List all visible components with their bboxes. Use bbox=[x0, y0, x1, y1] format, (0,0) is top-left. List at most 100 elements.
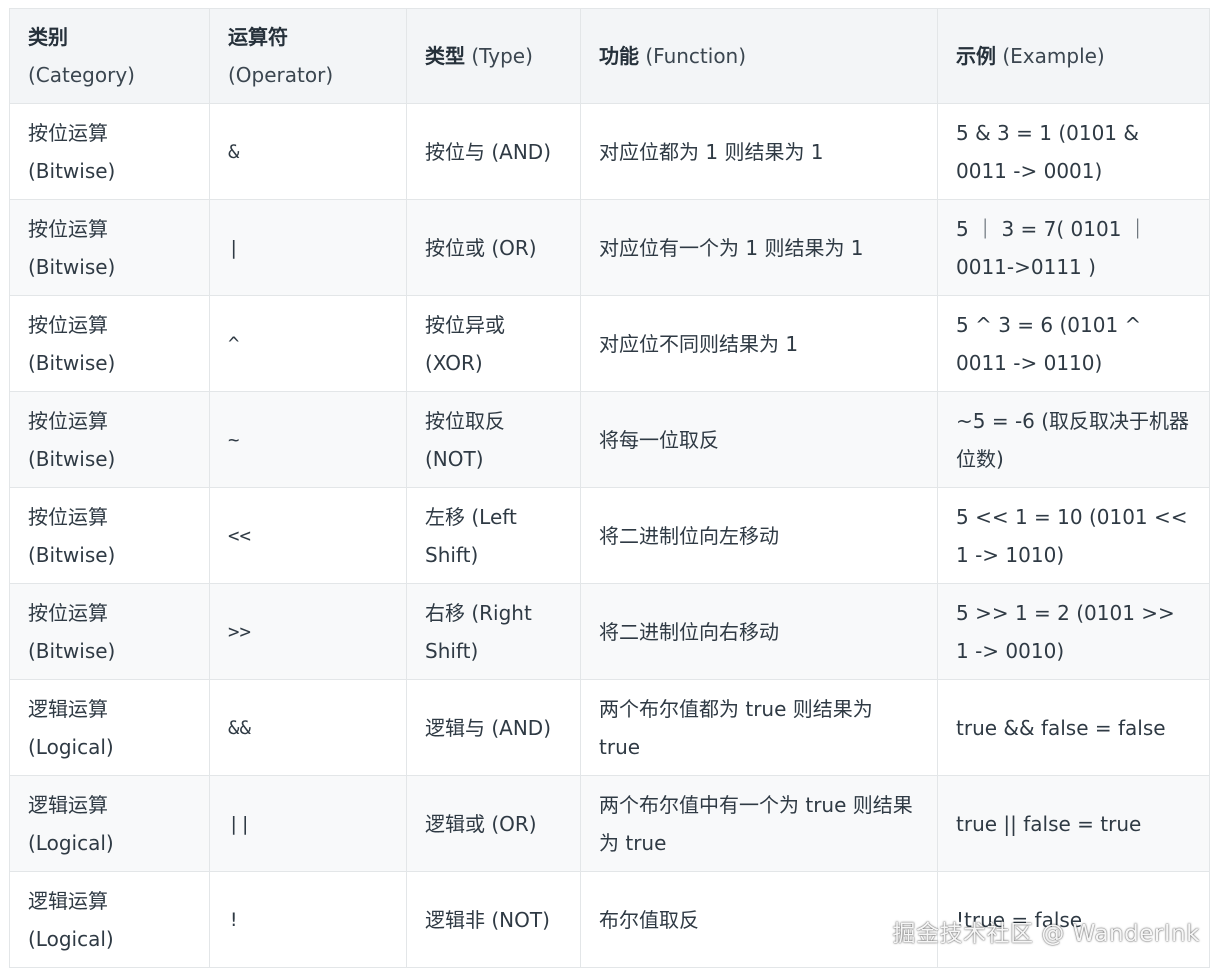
cell-category: 按位运算 (Bitwise) bbox=[9, 295, 210, 392]
category-en: (Logical) bbox=[28, 926, 114, 951]
table-row: 按位运算 (Bitwise) | 按位或 (OR) 对应位有一个为 1 则结果为… bbox=[9, 199, 1210, 296]
category-en: (Bitwise) bbox=[28, 254, 116, 279]
category-zh: 按位运算 bbox=[28, 120, 108, 145]
header-example-en: (Example) bbox=[1002, 44, 1105, 68]
cell-category: 按位运算 (Bitwise) bbox=[9, 391, 210, 488]
category-en: (Logical) bbox=[28, 734, 114, 759]
header-example: 示例 (Example) bbox=[937, 8, 1210, 104]
category-en: (Bitwise) bbox=[28, 350, 116, 375]
table-header: 类别 (Category) 运算符 (Operator) 类型 (Type) 功… bbox=[9, 8, 1210, 104]
header-operator-en: (Operator) bbox=[228, 63, 334, 87]
operator-symbol: ^ bbox=[228, 333, 240, 355]
category-zh: 按位运算 bbox=[28, 504, 108, 529]
table-row: 按位运算 (Bitwise) ~ 按位取反 (NOT) 将每一位取反 ~5 = … bbox=[9, 391, 1210, 488]
cell-category: 按位运算 (Bitwise) bbox=[9, 487, 210, 584]
category-zh: 按位运算 bbox=[28, 408, 108, 433]
table-row: 逻辑运算 (Logical) || 逻辑或 (OR) 两个布尔值中有一个为 tr… bbox=[9, 775, 1210, 872]
cell-function: 对应位都为 1 则结果为 1 bbox=[580, 103, 938, 200]
watermark-text: 掘金技术社区 @ WanderInk bbox=[892, 921, 1200, 947]
cell-operator: || bbox=[209, 775, 407, 872]
operator-symbol: ~ bbox=[228, 429, 240, 451]
operator-symbol: >> bbox=[228, 621, 251, 643]
cell-type: 按位异或 (XOR) bbox=[406, 295, 581, 392]
category-en: (Bitwise) bbox=[28, 638, 116, 663]
category-en: (Bitwise) bbox=[28, 446, 116, 471]
cell-operator: << bbox=[209, 487, 407, 584]
cell-type: 左移 (Left Shift) bbox=[406, 487, 581, 584]
cell-operator: && bbox=[209, 679, 407, 776]
category-en: (Bitwise) bbox=[28, 158, 116, 183]
category-zh: 逻辑运算 bbox=[28, 888, 108, 913]
operators-table-container: 类别 (Category) 运算符 (Operator) 类型 (Type) 功… bbox=[9, 8, 1210, 968]
table-row: 按位运算 (Bitwise) ^ 按位异或 (XOR) 对应位不同则结果为 1 … bbox=[9, 295, 1210, 392]
cell-example: 5 ^ 3 = 6 (0101 ^ 0011 -> 0110) bbox=[937, 295, 1210, 392]
cell-example: ~5 = -6 (取反取决于机器位数) bbox=[937, 391, 1210, 488]
operator-symbol: && bbox=[228, 717, 251, 739]
header-function-en: (Function) bbox=[645, 44, 747, 68]
header-type: 类型 (Type) bbox=[406, 8, 581, 104]
cell-operator: >> bbox=[209, 583, 407, 680]
header-function-zh: 功能 bbox=[599, 44, 639, 68]
cell-example: 5 << 1 = 10 (0101 << 1 -> 1010) bbox=[937, 487, 1210, 584]
operator-symbol: | bbox=[228, 237, 240, 259]
category-en: (Bitwise) bbox=[28, 542, 116, 567]
cell-type: 逻辑与 (AND) bbox=[406, 679, 581, 776]
header-function: 功能 (Function) bbox=[580, 8, 938, 104]
cell-category: 逻辑运算 (Logical) bbox=[9, 775, 210, 872]
cell-example: 5 ｜ 3 = 7( 0101 ｜ 0011->0111 ) bbox=[937, 199, 1210, 296]
cell-function: 对应位有一个为 1 则结果为 1 bbox=[580, 199, 938, 296]
header-type-zh: 类型 bbox=[425, 44, 465, 68]
cell-type: 右移 (Right Shift) bbox=[406, 583, 581, 680]
category-zh: 逻辑运算 bbox=[28, 792, 108, 817]
header-category: 类别 (Category) bbox=[9, 8, 210, 104]
table-row: 按位运算 (Bitwise) & 按位与 (AND) 对应位都为 1 则结果为 … bbox=[9, 103, 1210, 200]
table-row: 按位运算 (Bitwise) << 左移 (Left Shift) 将二进制位向… bbox=[9, 487, 1210, 584]
operator-symbol: << bbox=[228, 525, 251, 547]
cell-function: 将二进制位向右移动 bbox=[580, 583, 938, 680]
header-type-en: (Type) bbox=[471, 44, 533, 68]
cell-function: 两个布尔值中有一个为 true 则结果为 true bbox=[580, 775, 938, 872]
operators-table: 类别 (Category) 运算符 (Operator) 类型 (Type) 功… bbox=[9, 8, 1210, 968]
cell-function: 将每一位取反 bbox=[580, 391, 938, 488]
cell-category: 逻辑运算 (Logical) bbox=[9, 679, 210, 776]
category-zh: 按位运算 bbox=[28, 600, 108, 625]
cell-operator: | bbox=[209, 199, 407, 296]
cell-type: 按位或 (OR) bbox=[406, 199, 581, 296]
header-category-en: (Category) bbox=[28, 63, 135, 87]
header-category-zh: 类别 bbox=[28, 25, 68, 49]
cell-operator: ^ bbox=[209, 295, 407, 392]
cell-example: true && false = false bbox=[937, 679, 1210, 776]
header-example-zh: 示例 bbox=[956, 44, 996, 68]
operator-symbol: & bbox=[228, 141, 240, 163]
header-row: 类别 (Category) 运算符 (Operator) 类型 (Type) 功… bbox=[9, 8, 1210, 104]
cell-type: 逻辑或 (OR) bbox=[406, 775, 581, 872]
cell-example: true || false = true bbox=[937, 775, 1210, 872]
header-operator-zh: 运算符 bbox=[228, 25, 288, 49]
cell-operator: ~ bbox=[209, 391, 407, 488]
cell-example: 5 >> 1 = 2 (0101 >> 1 -> 0010) bbox=[937, 583, 1210, 680]
cell-type: 按位取反 (NOT) bbox=[406, 391, 581, 488]
operator-symbol: ! bbox=[228, 909, 240, 931]
category-en: (Logical) bbox=[28, 830, 114, 855]
cell-type: 逻辑非 (NOT) bbox=[406, 871, 581, 968]
cell-category: 逻辑运算 (Logical) bbox=[9, 871, 210, 968]
table-row: 逻辑运算 (Logical) && 逻辑与 (AND) 两个布尔值都为 true… bbox=[9, 679, 1210, 776]
cell-function: 两个布尔值都为 true 则结果为 true bbox=[580, 679, 938, 776]
category-zh: 逻辑运算 bbox=[28, 696, 108, 721]
cell-function: 对应位不同则结果为 1 bbox=[580, 295, 938, 392]
cell-operator: & bbox=[209, 103, 407, 200]
table-body: 按位运算 (Bitwise) & 按位与 (AND) 对应位都为 1 则结果为 … bbox=[9, 103, 1210, 968]
cell-category: 按位运算 (Bitwise) bbox=[9, 583, 210, 680]
cell-example: 5 & 3 = 1 (0101 & 0011 -> 0001) bbox=[937, 103, 1210, 200]
category-zh: 按位运算 bbox=[28, 216, 108, 241]
table-row: 按位运算 (Bitwise) >> 右移 (Right Shift) 将二进制位… bbox=[9, 583, 1210, 680]
cell-operator: ! bbox=[209, 871, 407, 968]
cell-category: 按位运算 (Bitwise) bbox=[9, 103, 210, 200]
header-operator: 运算符 (Operator) bbox=[209, 8, 407, 104]
cell-category: 按位运算 (Bitwise) bbox=[9, 199, 210, 296]
cell-function: 将二进制位向左移动 bbox=[580, 487, 938, 584]
cell-type: 按位与 (AND) bbox=[406, 103, 581, 200]
cell-function: 布尔值取反 bbox=[580, 871, 938, 968]
category-zh: 按位运算 bbox=[28, 312, 108, 337]
operator-symbol: || bbox=[228, 813, 251, 835]
